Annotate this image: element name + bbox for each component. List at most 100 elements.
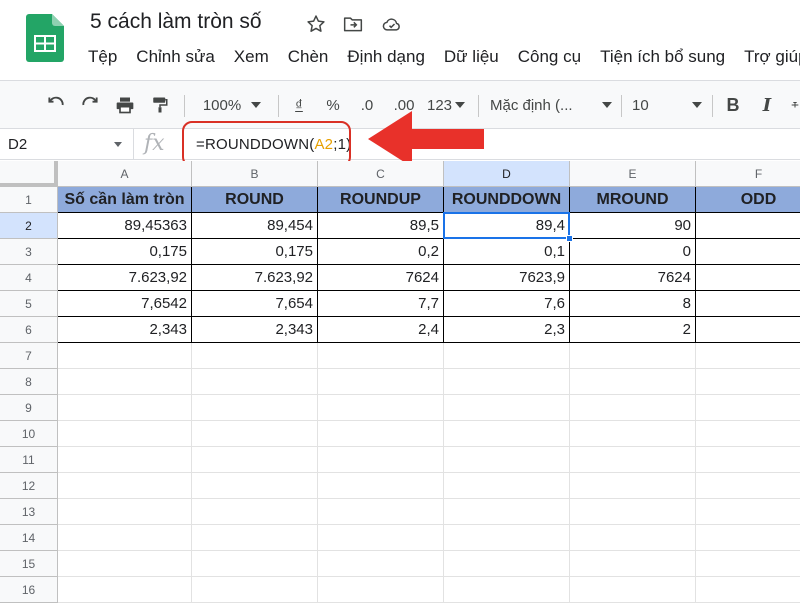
menu-view[interactable]: Xem — [234, 47, 269, 67]
empty-cell[interactable] — [444, 343, 570, 369]
header-cell[interactable]: ROUND — [192, 187, 318, 213]
empty-cell[interactable] — [444, 473, 570, 499]
empty-cell[interactable] — [318, 447, 444, 473]
row-header[interactable]: 5 — [0, 291, 58, 317]
select-all-corner[interactable] — [0, 161, 58, 187]
menu-format[interactable]: Định dạng — [347, 47, 425, 67]
data-cell[interactable]: 7624 — [570, 265, 696, 291]
empty-cell[interactable] — [570, 473, 696, 499]
menu-data[interactable]: Dữ liệu — [444, 47, 499, 67]
font-family-select[interactable]: Mặc định (... — [490, 81, 612, 129]
undo-icon[interactable] — [42, 81, 70, 129]
data-cell[interactable]: 0 — [570, 239, 696, 265]
empty-cell[interactable] — [696, 499, 800, 525]
column-header-a[interactable]: A — [58, 161, 192, 187]
data-cell[interactable]: 7,6 — [444, 291, 570, 317]
empty-cell[interactable] — [696, 447, 800, 473]
empty-cell[interactable] — [696, 525, 800, 551]
menu-file[interactable]: Tệp — [88, 47, 117, 67]
row-header[interactable]: 11 — [0, 447, 58, 473]
column-header-e[interactable]: E — [570, 161, 696, 187]
empty-cell[interactable] — [570, 525, 696, 551]
empty-cell[interactable] — [192, 577, 318, 603]
row-header[interactable]: 1 — [0, 187, 58, 213]
empty-cell[interactable] — [192, 551, 318, 577]
data-cell[interactable]: 2,343 — [58, 317, 192, 343]
font-size-select[interactable]: 10 — [632, 81, 702, 129]
row-header[interactable]: 3 — [0, 239, 58, 265]
data-cell[interactable] — [696, 213, 800, 239]
empty-cell[interactable] — [58, 395, 192, 421]
empty-cell[interactable] — [192, 343, 318, 369]
column-header-d[interactable]: D — [444, 161, 570, 187]
empty-cell[interactable] — [58, 577, 192, 603]
menu-edit[interactable]: Chỉnh sửa — [136, 47, 214, 67]
data-cell[interactable]: 76 — [696, 265, 800, 291]
empty-cell[interactable] — [318, 499, 444, 525]
empty-cell[interactable] — [318, 395, 444, 421]
data-cell[interactable]: 2,3 — [444, 317, 570, 343]
menu-tools[interactable]: Công cụ — [518, 47, 581, 67]
empty-cell[interactable] — [58, 343, 192, 369]
strikethrough-icon[interactable] — [790, 81, 800, 129]
row-header[interactable]: 7 — [0, 343, 58, 369]
data-cell[interactable]: 7.623,92 — [192, 265, 318, 291]
row-header[interactable]: 12 — [0, 473, 58, 499]
move-folder-icon[interactable] — [341, 12, 365, 36]
data-cell[interactable]: 89,454 — [192, 213, 318, 239]
header-cell[interactable]: ROUNDDOWN — [444, 187, 570, 213]
empty-cell[interactable] — [192, 421, 318, 447]
data-cell[interactable]: 0,1 — [444, 239, 570, 265]
fill-handle[interactable] — [566, 235, 573, 242]
empty-cell[interactable] — [570, 343, 696, 369]
empty-cell[interactable] — [192, 395, 318, 421]
data-cell[interactable]: 7,6542 — [58, 291, 192, 317]
data-cell[interactable]: 7623,9 — [444, 265, 570, 291]
empty-cell[interactable] — [192, 473, 318, 499]
data-cell[interactable]: 89,45363 — [58, 213, 192, 239]
row-header[interactable]: 14 — [0, 525, 58, 551]
row-header[interactable]: 10 — [0, 421, 58, 447]
menu-help[interactable]: Trợ giúp — [744, 47, 800, 67]
column-header-b[interactable]: B — [192, 161, 318, 187]
empty-cell[interactable] — [58, 473, 192, 499]
empty-cell[interactable] — [58, 369, 192, 395]
paint-format-icon[interactable] — [146, 81, 174, 129]
empty-cell[interactable] — [570, 499, 696, 525]
menu-insert[interactable]: Chèn — [288, 47, 329, 67]
empty-cell[interactable] — [192, 499, 318, 525]
column-header-f[interactable]: F — [696, 161, 800, 187]
menu-addons[interactable]: Tiện ích bổ sung — [600, 47, 725, 67]
column-header-c[interactable]: C — [318, 161, 444, 187]
data-cell[interactable]: 2,343 — [192, 317, 318, 343]
empty-cell[interactable] — [318, 473, 444, 499]
data-cell[interactable]: 90 — [570, 213, 696, 239]
empty-cell[interactable] — [444, 421, 570, 447]
data-cell[interactable]: 7.623,92 — [58, 265, 192, 291]
empty-cell[interactable] — [318, 551, 444, 577]
empty-cell[interactable] — [58, 447, 192, 473]
empty-cell[interactable] — [318, 525, 444, 551]
empty-cell[interactable] — [318, 369, 444, 395]
redo-icon[interactable] — [76, 81, 104, 129]
print-icon[interactable] — [111, 81, 139, 129]
data-cell[interactable]: 8 — [570, 291, 696, 317]
empty-cell[interactable] — [444, 577, 570, 603]
header-cell[interactable]: ROUNDUP — [318, 187, 444, 213]
data-cell[interactable]: 0,2 — [318, 239, 444, 265]
empty-cell[interactable] — [570, 395, 696, 421]
empty-cell[interactable] — [696, 473, 800, 499]
empty-cell[interactable] — [192, 525, 318, 551]
name-box[interactable]: D2 — [8, 136, 27, 153]
empty-cell[interactable] — [696, 551, 800, 577]
empty-cell[interactable] — [444, 447, 570, 473]
empty-cell[interactable] — [318, 343, 444, 369]
italic-button[interactable]: I — [756, 81, 778, 129]
cloud-saved-icon[interactable] — [380, 12, 404, 36]
star-icon[interactable] — [304, 12, 328, 36]
data-cell[interactable]: 0,175 — [58, 239, 192, 265]
data-cell[interactable] — [696, 317, 800, 343]
empty-cell[interactable] — [570, 369, 696, 395]
empty-cell[interactable] — [58, 421, 192, 447]
sheets-logo-icon[interactable] — [26, 14, 64, 62]
